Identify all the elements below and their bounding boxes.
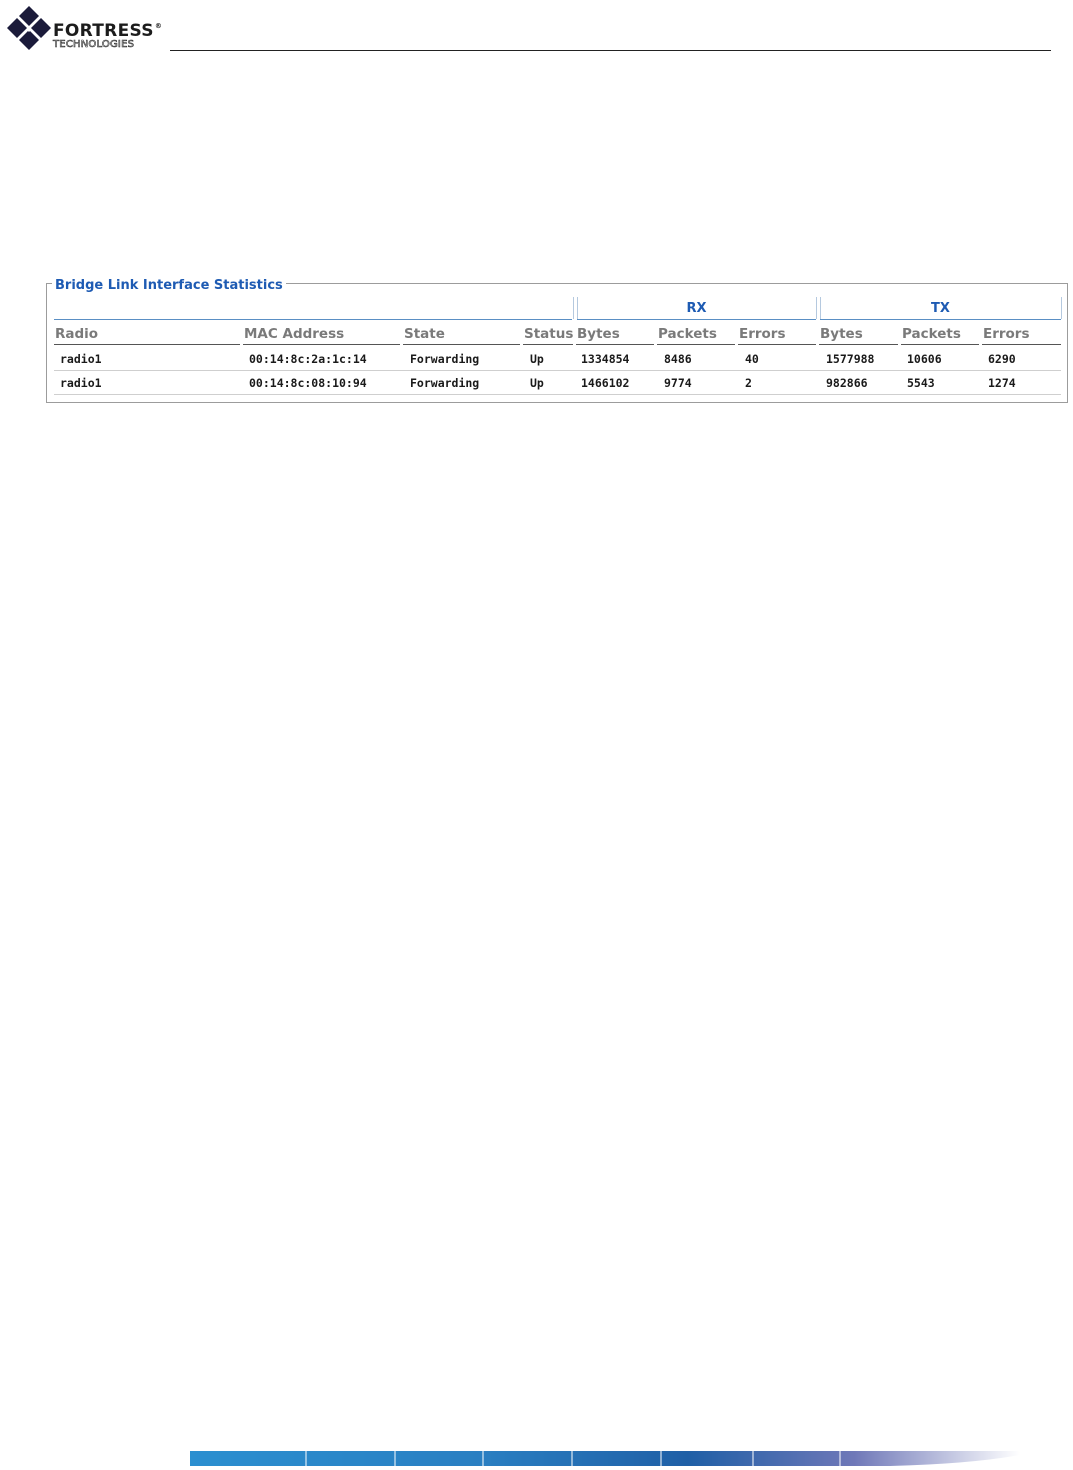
cell-tx-packets: 10606 [907, 352, 942, 366]
cell-mac-address: 00:14:8c:2a:1c:14 [249, 352, 367, 366]
column-header-status: Status [524, 326, 574, 342]
column-underline [54, 344, 240, 345]
group-divider [573, 297, 574, 319]
column-header-tx-errors: Errors [983, 326, 1030, 342]
group-label-rx: RX [686, 301, 707, 316]
cell-tx-bytes: 982866 [826, 376, 868, 390]
column-underline [576, 344, 654, 345]
cell-rx-bytes: 1466102 [581, 376, 630, 390]
cell-rx-packets: 8486 [664, 352, 692, 366]
group-line-tx [820, 319, 1061, 320]
cell-status: Up [530, 352, 544, 366]
column-underline [657, 344, 735, 345]
column-underline [243, 344, 400, 345]
cell-state: Forwarding [410, 376, 480, 390]
cell-tx-packets: 5543 [907, 376, 935, 390]
column-header-tx-packets: Packets [902, 326, 961, 342]
cell-state: Forwarding [410, 352, 480, 366]
fortress-logo: FORTRESS® TECHNOLOGIES [6, 4, 176, 60]
column-underline [982, 344, 1061, 345]
brand-name: FORTRESS® [53, 21, 163, 41]
column-header-tx-bytes: Bytes [820, 326, 863, 342]
column-underline [738, 344, 816, 345]
cell-status: Up [530, 376, 544, 390]
cell-rx-errors: 40 [745, 352, 759, 366]
column-underline [819, 344, 898, 345]
column-underline [901, 344, 979, 345]
column-header-state: State [404, 326, 445, 342]
brand-subtitle: TECHNOLOGIES [53, 39, 135, 51]
cell-radio: radio1 [60, 352, 102, 366]
group-label-tx: TX [931, 301, 950, 316]
cell-rx-bytes: 1334854 [581, 352, 630, 366]
column-header-rx-bytes: Bytes [577, 326, 620, 342]
header-rule [170, 50, 1051, 51]
column-header-rx-packets: Packets [658, 326, 717, 342]
diamond-logo-icon [7, 6, 51, 50]
footer-decorative-bar [190, 1451, 1020, 1466]
row-divider [54, 370, 1061, 371]
column-header-mac-address: MAC Address [244, 326, 345, 342]
column-underline [403, 344, 520, 345]
column-underline [523, 344, 573, 345]
panel-title: Bridge Link Interface Statistics [52, 278, 286, 293]
group-line-rx [577, 319, 816, 320]
row-divider [54, 394, 1061, 395]
cell-tx-errors: 6290 [988, 352, 1016, 366]
group-line-blank [54, 319, 572, 320]
group-divider [1061, 297, 1062, 319]
cell-tx-errors: 1274 [988, 376, 1016, 390]
cell-rx-packets: 9774 [664, 376, 692, 390]
column-header-rx-errors: Errors [739, 326, 786, 342]
cell-radio: radio1 [60, 376, 102, 390]
cell-rx-errors: 2 [745, 376, 752, 390]
group-divider [816, 297, 817, 319]
cell-tx-bytes: 1577988 [826, 352, 875, 366]
column-header-radio: Radio [55, 326, 99, 342]
cell-mac-address: 00:14:8c:08:10:94 [249, 376, 367, 390]
